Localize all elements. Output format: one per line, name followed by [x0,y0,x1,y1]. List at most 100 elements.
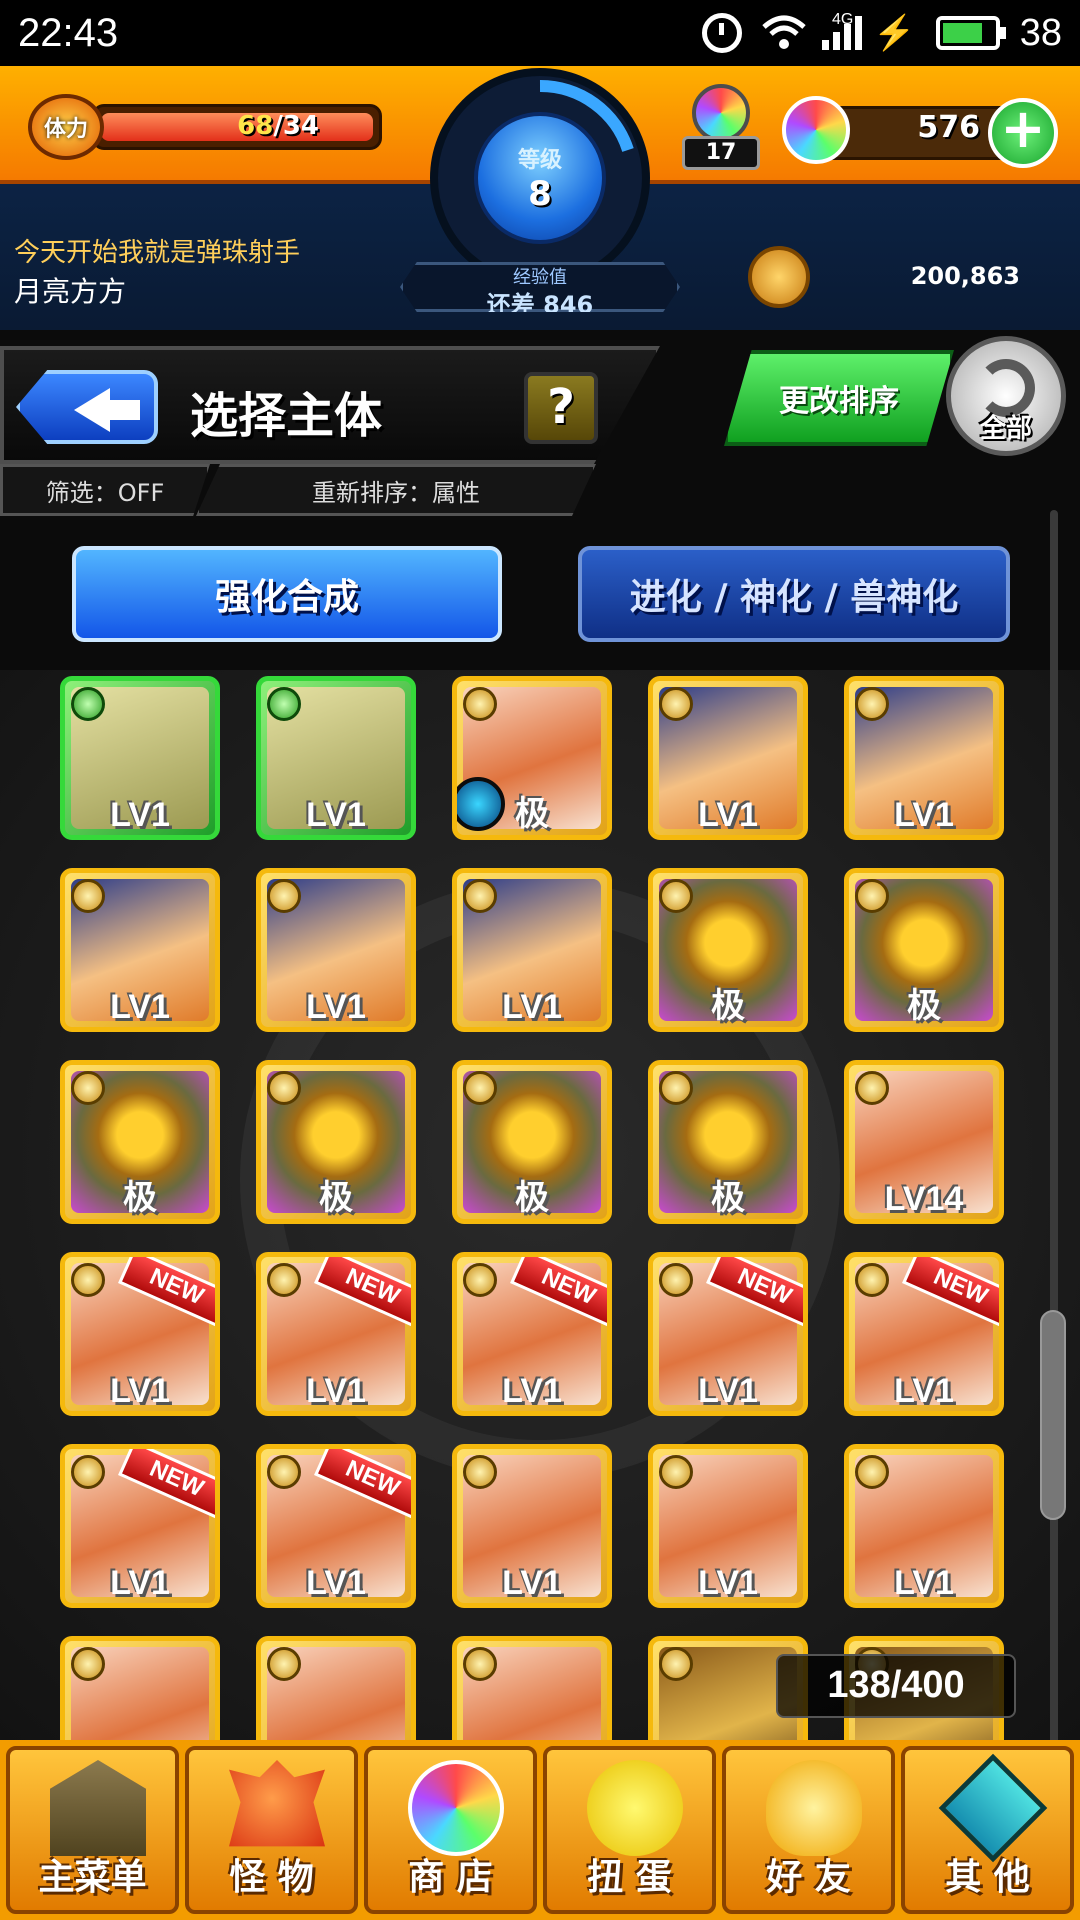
coin-count: 200,863 [910,262,1020,290]
monster-card[interactable]: LV1 [60,868,220,1032]
monster-level: LV1 [110,1564,170,1602]
monster-icon [229,1760,325,1847]
nav-shop[interactable]: 商 店 [364,1746,537,1914]
monster-level: 极 [907,987,941,1025]
status-bar: 22:43 4G ⚡ 38 [0,0,1080,66]
monster-card[interactable]: LV1 [60,676,220,840]
monster-card[interactable]: LV1 [256,676,416,840]
light-element-icon [855,879,889,913]
monster-level: 极 [711,987,745,1025]
all-label: 全部 [979,414,1032,444]
light-element-icon [71,1071,105,1105]
monster-level: 极 [711,1179,745,1217]
battery-level: 38 [1019,11,1062,54]
monster-card[interactable]: NEW LV1 [60,1252,220,1416]
monster-card[interactable]: LV1 [452,868,612,1032]
nav-friends[interactable]: 好 友 [722,1746,895,1914]
bottom-navigation: 主菜单 怪 物 商 店 扭 蛋 好 友 其 他 [0,1740,1080,1920]
nav-gacha[interactable]: 扭 蛋 [543,1746,716,1914]
change-sort-button[interactable]: 更改排序 [724,350,954,446]
monster-level: 极 [515,795,549,833]
light-element-icon [463,1455,497,1489]
monster-level: LV1 [894,1564,954,1602]
add-orbs-button[interactable]: + [988,98,1058,168]
scrollbar-thumb[interactable] [1040,1310,1066,1520]
monster-level: 极 [123,1179,157,1217]
level-value: 8 [528,174,552,214]
nav-monsters[interactable]: 怪 物 [185,1746,358,1914]
monster-card[interactable]: NEW LV1 [452,1252,612,1416]
light-element-icon [659,687,693,721]
light-element-icon [855,1455,889,1489]
wood-element-icon [267,687,301,721]
orb-stock-count: 17 [682,136,760,170]
monster-card[interactable]: LV1 [844,676,1004,840]
light-element-icon [267,1071,301,1105]
light-element-icon [267,1647,301,1681]
light-element-icon [463,879,497,913]
monster-card[interactable] [256,1636,416,1750]
monster-card[interactable]: 极 [844,868,1004,1032]
player-name: 月亮方方 [14,275,127,308]
monster-card[interactable]: NEW LV1 [256,1252,416,1416]
tab-evolve[interactable]: 进化 / 神化 / 兽神化 [578,546,1010,642]
monster-card[interactable]: 极 [452,676,612,840]
alarm-clock-icon [702,13,743,53]
stamina-max: 34 [282,111,319,141]
level-label: 等级 [517,148,562,173]
orb-shop-icon [408,1760,504,1856]
monster-card[interactable]: 极 [648,868,808,1032]
orb-stock-counter[interactable]: 17 [678,84,764,180]
filter-toggle[interactable]: 筛选：OFF [0,464,210,516]
monster-card[interactable]: LV1 [648,676,808,840]
help-button[interactable]: ? [524,372,598,444]
monster-card[interactable]: NEW LV1 [844,1252,1004,1416]
light-element-icon [463,687,497,721]
monster-level: 极 [319,1179,353,1217]
monster-card[interactable]: NEW LV1 [648,1252,808,1416]
monster-card[interactable]: NEW LV1 [60,1444,220,1608]
light-element-icon [267,1455,301,1489]
nav-main-menu[interactable]: 主菜单 [6,1746,179,1914]
scrollbar-track[interactable] [1050,510,1058,1750]
monster-card[interactable]: LV1 [844,1444,1004,1608]
orb-stock-icon [692,84,750,142]
monster-card[interactable]: LV14 [844,1060,1004,1224]
monster-card[interactable]: NEW LV1 [256,1444,416,1608]
monster-level: LV1 [110,1372,170,1410]
exp-box: 经验值 还差 846 [400,262,680,312]
nav-other[interactable]: 其 他 [901,1746,1074,1914]
monster-card[interactable]: LV1 [452,1444,612,1608]
monster-card[interactable]: LV1 [648,1444,808,1608]
monster-card[interactable]: 极 [60,1060,220,1224]
rainbow-orb-icon [782,96,850,164]
select-base-panel: 选择主体 ? 筛选：OFF 重新排序：属性 更改排序 全部 强化合成 进化 / … [0,330,1080,670]
monster-level: LV1 [306,1564,366,1602]
light-element-icon [659,1071,693,1105]
light-element-icon [267,879,301,913]
monster-card[interactable] [452,1636,612,1750]
monster-level: LV1 [698,1564,758,1602]
light-element-icon [659,1647,693,1681]
nav-label: 其 他 [945,1857,1030,1898]
light-element-icon [71,1455,105,1489]
wood-element-icon [71,687,105,721]
monster-card[interactable] [60,1636,220,1750]
monster-card[interactable]: LV1 [256,868,416,1032]
light-element-icon [659,1455,693,1489]
show-all-button[interactable]: 全部 [946,336,1066,456]
level-orb[interactable]: 等级 8 [430,68,650,288]
sort-selector[interactable]: 重新排序：属性 [196,464,596,516]
box-capacity-count: 138/400 [776,1654,1016,1718]
monster-card[interactable]: 极 [256,1060,416,1224]
monster-grid: LV1 LV1 极 LV1 LV1 LV1 LV1 LV1 极极极极极极 LV14 NEW LV1 NE… [0,670,1080,1750]
monster-level: LV1 [110,796,170,834]
tab-enhance-fusion[interactable]: 强化合成 [72,546,502,642]
light-element-icon [659,1263,693,1297]
monster-level: LV1 [502,988,562,1026]
monster-card[interactable]: 极 [648,1060,808,1224]
monster-level: LV14 [884,1180,964,1218]
monster-card[interactable]: 极 [452,1060,612,1224]
stamina-current: 68 [237,111,274,141]
friends-icon [766,1760,862,1856]
